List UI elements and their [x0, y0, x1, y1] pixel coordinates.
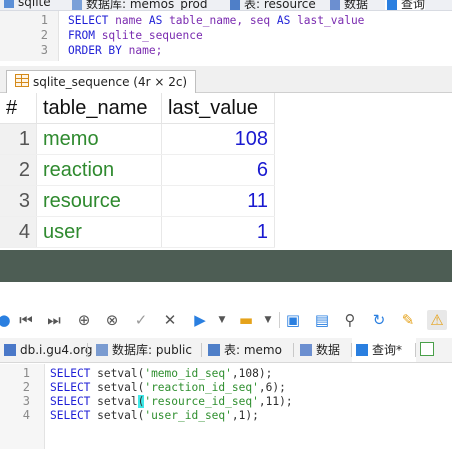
- window-divider: [0, 250, 452, 282]
- line-number-gutter: 1 2 3: [0, 11, 59, 61]
- database-icon: [72, 0, 82, 10]
- new-query-icon: [420, 342, 434, 356]
- cell-table-name[interactable]: user: [36, 216, 162, 248]
- code-line-2: FROM sqlite_sequence: [68, 29, 203, 42]
- cell-table-name[interactable]: reaction: [36, 154, 162, 186]
- line-number: 3: [22, 394, 30, 408]
- grid-header-row: # table_name last_value: [0, 93, 275, 124]
- column-header-table-name[interactable]: table_name: [36, 93, 162, 124]
- database-icon: [4, 0, 14, 8]
- dropdown-icon[interactable]: ▼: [258, 310, 278, 330]
- apply-icon[interactable]: ✓: [131, 310, 151, 330]
- cancel-icon[interactable]: ✕: [160, 310, 180, 330]
- last-page-icon[interactable]: ⏭: [44, 310, 64, 330]
- cell-last-value[interactable]: 108: [161, 123, 275, 155]
- tab-sqlite[interactable]: sqlite: [4, 0, 51, 10]
- code-line-1: SELECT name AS table_name, seq AS last_v…: [68, 14, 365, 27]
- row-number: 2: [0, 154, 37, 186]
- row-number: 3: [0, 185, 37, 217]
- tab-data[interactable]: 数据: [296, 338, 352, 362]
- column-header-last-value[interactable]: last_value: [161, 93, 275, 124]
- line-number: 2: [22, 380, 30, 394]
- open-folder-icon[interactable]: ▬: [236, 310, 256, 330]
- code-line-4: SELECT setval('user_id_seq',1);: [50, 409, 259, 422]
- tab-database-memos-prod[interactable]: 数据库: memos_prod: [72, 0, 207, 10]
- line-number-gutter: 1 2 3 4: [0, 364, 45, 449]
- warning-icon[interactable]: ⚠: [427, 310, 447, 330]
- cell-table-name[interactable]: memo: [36, 123, 162, 155]
- tab-data[interactable]: 数据: [330, 0, 368, 10]
- code-line-3: SELECT setval('resource_id_seq',11);: [50, 395, 293, 408]
- row-number: 4: [0, 216, 37, 248]
- code-line-1: SELECT setval('memo_id_seq',108);: [50, 367, 273, 380]
- table-icon: [230, 0, 240, 10]
- dropdown-icon[interactable]: ▼: [212, 310, 232, 330]
- cell-table-name[interactable]: resource: [36, 185, 162, 217]
- tab-table-memo[interactable]: 表: memo: [204, 338, 294, 362]
- tab-connection[interactable]: db.i.gu4.org: [0, 338, 93, 362]
- tab-query[interactable]: 查询*: [352, 338, 416, 362]
- database-icon: [96, 344, 108, 356]
- cell-last-value[interactable]: 1: [161, 216, 275, 248]
- bottom-tab-bar: db.i.gu4.org 数据库: public 表: memo 数据 查询*: [0, 338, 452, 363]
- table-row[interactable]: 2 reaction 6: [0, 154, 275, 186]
- run-icon[interactable]: ▶: [190, 310, 210, 330]
- table-icon: [208, 344, 220, 356]
- export-icon[interactable]: ▤: [312, 310, 332, 330]
- row-number-header: #: [0, 93, 37, 124]
- line-number: 3: [40, 43, 48, 57]
- table-row[interactable]: 4 user 1: [0, 216, 275, 248]
- toolbar-separator: [279, 312, 280, 328]
- result-tab-strip: sqlite_sequence (4r × 2c): [0, 66, 452, 93]
- grid-icon: [300, 344, 312, 356]
- search-icon[interactable]: ⚲: [340, 310, 360, 330]
- line-number: 1: [40, 13, 48, 27]
- database-icon: [4, 344, 16, 356]
- editor-toolbar: ● ⏮ ⏭ ⊕ ⊗ ✓ ✕ ▶ ▼ ▬ ▼ ▣ ▤ ⚲ ↻ ✎ ⚠: [0, 306, 452, 334]
- run-icon: [387, 0, 397, 10]
- run-icon: [356, 344, 368, 356]
- row-number: 1: [0, 123, 37, 155]
- tab-database-public[interactable]: 数据库: public: [92, 338, 202, 362]
- cell-last-value[interactable]: 11: [161, 185, 275, 217]
- first-page-icon[interactable]: ⏮: [16, 310, 36, 330]
- line-number: 4: [22, 408, 30, 422]
- top-tab-bar: sqlite 数据库: memos_prod 表: resource 数据 查询: [0, 0, 452, 11]
- table-row[interactable]: 3 resource 11: [0, 185, 275, 217]
- clean-icon[interactable]: ✎: [398, 310, 418, 330]
- table-row[interactable]: 1 memo 108: [0, 123, 275, 155]
- tab-query[interactable]: 查询: [385, 0, 426, 10]
- add-row-icon[interactable]: ⊕: [74, 310, 94, 330]
- refresh-icon[interactable]: ↻: [369, 310, 389, 330]
- new-query-tab-button[interactable]: [416, 338, 440, 362]
- code-line-3: ORDER BY name;: [68, 44, 163, 57]
- result-grid-icon: [15, 74, 29, 87]
- result-grid: # table_name last_value 1 memo 108 2 rea…: [0, 93, 306, 248]
- grid-icon: [330, 0, 340, 10]
- top-sql-editor[interactable]: 1 2 3 SELECT name AS table_name, seq AS …: [0, 11, 452, 61]
- stop-icon[interactable]: ●: [0, 310, 14, 330]
- line-number: 2: [40, 28, 48, 42]
- code-line-2: SELECT setval('reaction_id_seq',6);: [50, 381, 286, 394]
- cell-last-value[interactable]: 6: [161, 154, 275, 186]
- tab-table-resource[interactable]: 表: resource: [230, 0, 316, 10]
- bottom-sql-editor[interactable]: 1 2 3 4 SELECT setval('memo_id_seq',108)…: [0, 364, 452, 449]
- line-number: 1: [22, 366, 30, 380]
- save-icon[interactable]: ▣: [283, 310, 303, 330]
- delete-row-icon[interactable]: ⊗: [102, 310, 122, 330]
- result-tab-sqlite-sequence[interactable]: sqlite_sequence (4r × 2c): [6, 70, 197, 93]
